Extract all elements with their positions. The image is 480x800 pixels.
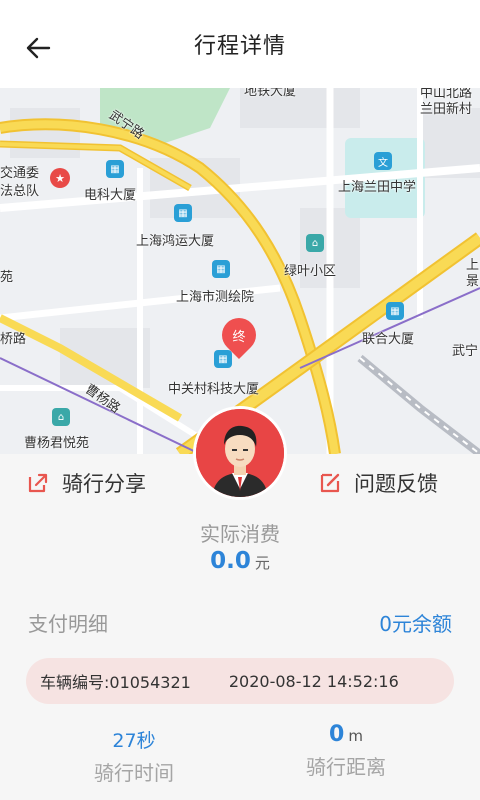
actual-cost-value: 0.0 元 [0,548,480,574]
map-label-qiao-road: 桥路 [0,332,27,347]
share-ride-label: 骑行分享 [62,472,146,496]
map-label-jing: 景 [466,274,480,289]
map-label-wuning-short: 武宁 [452,344,479,359]
ride-duration-label: 骑行时间 [94,761,174,785]
arrow-left-icon [26,37,51,59]
map-poi-building-icon[interactable]: ▦ [212,260,230,278]
map-label-lvye-community: 绿叶小区 [284,264,337,279]
map-poi-building-icon[interactable]: ▦ [106,160,124,178]
edit-icon [320,473,340,493]
map-poi-building-icon[interactable]: ▦ [386,302,404,320]
ride-duration-stat: 27秒 骑行时间 [54,726,214,786]
ride-distance-unit: m [348,727,363,745]
app-header: 行程详情 [0,0,480,88]
map-label-yuan: 苑 [0,270,14,285]
actual-cost-label: 实际消费 [200,522,280,546]
back-button[interactable] [18,28,58,68]
map-poi-residence-icon[interactable]: ⌂ [306,234,324,252]
vehicle-number: 车辆编号:01054321 [40,673,191,692]
map-label-lantian-village: 兰田新村 [420,102,473,117]
map-label-hongyun-building: 上海鸿运大厦 [136,234,215,249]
map-label-traffic-committee: 交通委 [0,166,40,181]
user-avatar-icon [196,409,284,497]
ride-distance-value-row: 0m [266,722,426,747]
map-label-zhongguancun-building: 中关村科技大厦 [168,382,260,397]
map-label-lianhe-building: 联合大厦 [362,332,415,347]
trip-map[interactable]: 武宁路 地铁大厦 中山北路 兰田新村 交通委 法总队 ★ ▦ 电科大厦 ▦ 上海… [0,88,480,454]
map-poi-school-icon[interactable]: 文 [374,152,392,170]
feedback-button[interactable]: 问题反馈 [318,468,438,498]
map-poi-residence-icon[interactable]: ⌂ [52,408,70,426]
map-poi-building-icon[interactable]: ▦ [214,350,232,368]
ride-distance-stat: 0m 骑行距离 [266,722,426,780]
map-background [0,88,480,454]
avatar[interactable] [193,406,287,500]
payment-detail-label: 支付明细 [28,612,108,636]
ride-distance-label: 骑行距离 [306,755,386,779]
end-marker-label: 终 [232,329,246,345]
map-label-caoyang-junyue: 曹杨君悦苑 [24,436,90,451]
actual-cost-unit: 元 [254,554,270,572]
balance-link[interactable]: 0元余额 [379,608,452,637]
ride-duration-value: 27秒 [112,730,156,752]
ride-distance-value: 0 [329,722,345,747]
map-label-lantian-school: 上海兰田中学 [338,180,417,195]
page-title: 行程详情 [193,34,286,59]
map-label-dianke-building: 电科大厦 [84,188,137,203]
map-label-top: 地铁大厦 [244,88,297,99]
share-ride-button[interactable]: 骑行分享 [26,468,146,498]
map-label-law-team: 法总队 [0,184,40,199]
map-poi-pin[interactable]: ★ [50,168,70,188]
feedback-label: 问题反馈 [354,472,438,496]
trip-timestamp: 2020-08-12 14:52:16 [228,671,399,691]
map-poi-building-icon[interactable]: ▦ [174,204,192,222]
trip-info-pill: 车辆编号:01054321 2020-08-12 14:52:16 [26,658,454,704]
actual-cost-amount: 0.0 [210,548,251,574]
map-label-survey-institute: 上海市测绘院 [176,290,255,305]
share-icon [28,473,48,493]
